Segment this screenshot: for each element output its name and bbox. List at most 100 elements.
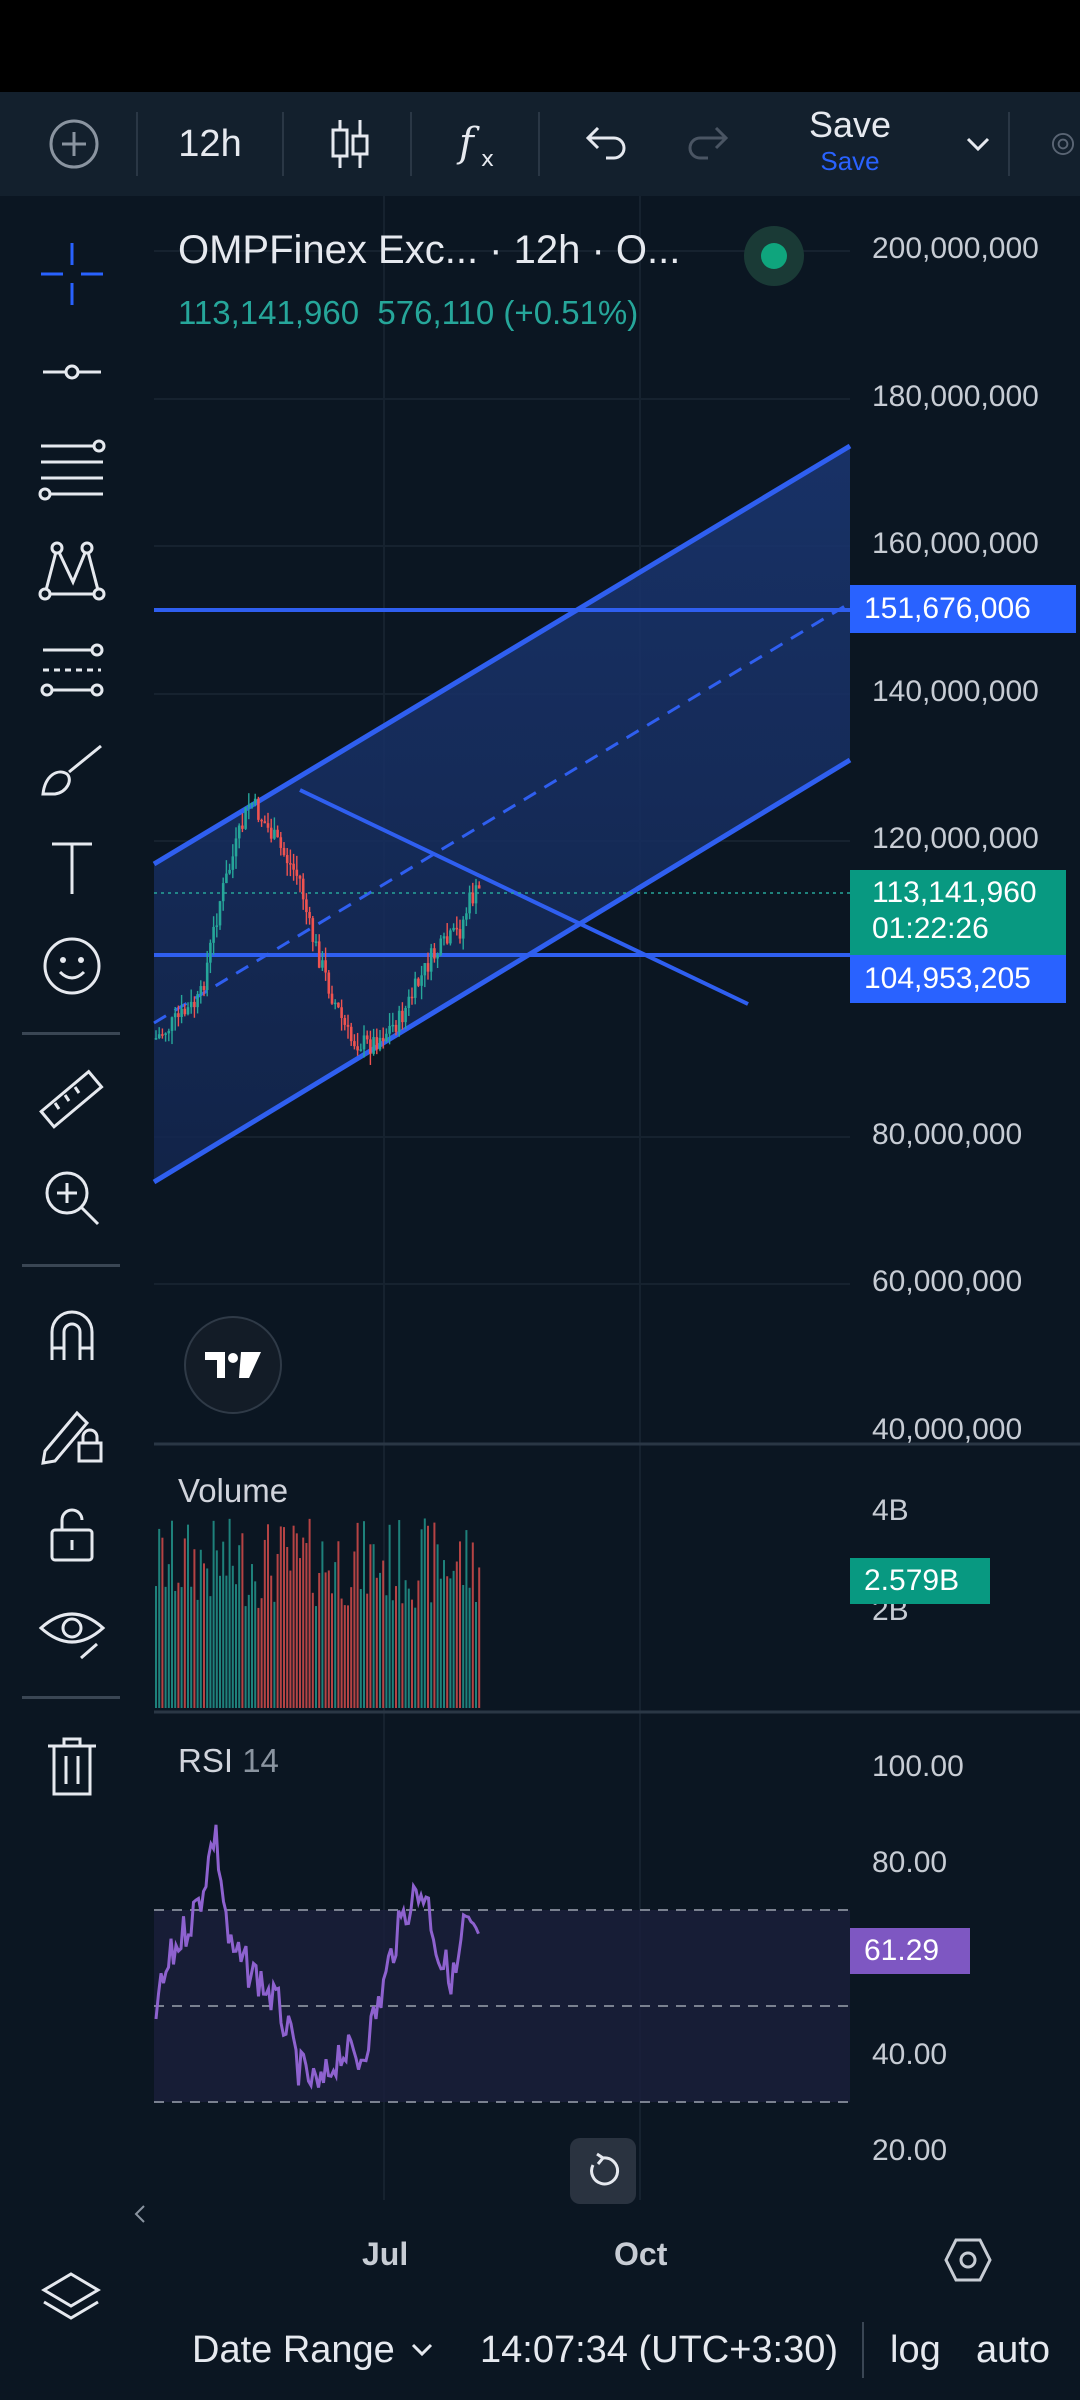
rsi-label: RSI [178, 1742, 234, 1779]
support-price-tag[interactable]: 104,953,205 [850, 955, 1066, 1003]
function-icon: f x [456, 120, 494, 172]
candle-body [349, 1026, 353, 1042]
volume-bar [363, 1521, 365, 1708]
interval-button[interactable]: 12h [160, 92, 260, 196]
chart-settings-button[interactable] [942, 2234, 994, 2286]
candle-body [173, 1013, 177, 1018]
candle-body [455, 927, 459, 930]
volume-bar [420, 1529, 423, 1708]
volume-bar [257, 1607, 260, 1708]
timezone-clock[interactable]: 14:07:34 (UTC+3:30) [480, 2322, 838, 2378]
volume-bar [225, 1575, 228, 1708]
undo-button[interactable] [566, 92, 646, 196]
volume-bar [427, 1525, 429, 1708]
log-scale-toggle[interactable]: log [890, 2322, 941, 2378]
volume-bar [244, 1606, 247, 1708]
candle-body [423, 963, 427, 976]
volume-bar [247, 1594, 250, 1708]
volume-bar [433, 1522, 436, 1708]
layers-button[interactable] [36, 2262, 106, 2332]
redo-button[interactable] [668, 92, 748, 196]
settings-button[interactable] [1036, 92, 1080, 196]
symbol-title[interactable]: OMPFinex Exc... · 12h · O... [178, 228, 680, 273]
candle-body [468, 892, 471, 914]
volume-bar [315, 1606, 317, 1708]
volume-bar [443, 1560, 445, 1708]
candle-body [327, 972, 331, 994]
volume-value-tag[interactable]: 2.579B [850, 1558, 990, 1604]
volume-bar [350, 1587, 353, 1708]
volume-bar [324, 1572, 327, 1708]
volume-bar [203, 1563, 205, 1708]
candle-body [276, 829, 279, 838]
volume-bar [475, 1601, 477, 1708]
candle-body [401, 1010, 404, 1023]
toolbar-divider [410, 112, 412, 176]
candle-body [391, 1024, 395, 1027]
volume-bar [270, 1575, 273, 1708]
bar-countdown: 01:22:26 [872, 912, 989, 945]
last-price-tag[interactable]: 113,141,960 01:22:26 [850, 870, 1066, 960]
volume-bar [235, 1584, 237, 1708]
candle-body [282, 847, 286, 856]
price-axis-tick: 80,000,000 [872, 1118, 1023, 1151]
volume-bar [318, 1572, 321, 1708]
price-axis-tick: 200,000,000 [872, 232, 1039, 265]
volume-bar [401, 1603, 404, 1708]
hexagon-settings-icon [944, 2238, 992, 2282]
candle-body [474, 885, 478, 904]
volume-bar [468, 1587, 471, 1708]
auto-scale-toggle[interactable]: auto [976, 2322, 1050, 2378]
rsi-axis-tick: 80.00 [872, 1846, 948, 1879]
add-symbol-button[interactable] [38, 92, 110, 196]
candle-body [218, 901, 222, 926]
chart-type-button[interactable] [310, 92, 390, 196]
rsi-label-group[interactable]: RSI 14 [178, 1742, 279, 1780]
price-axis-tick: 140,000,000 [872, 675, 1039, 708]
volume-bar [395, 1586, 397, 1708]
volume-bar [411, 1599, 413, 1708]
candle-body [381, 1037, 385, 1042]
volume-bar [177, 1582, 180, 1708]
volume-bar [356, 1522, 359, 1708]
candle-body [314, 941, 318, 943]
date-range-label: Date Range [192, 2328, 395, 2371]
volume-bar [382, 1560, 385, 1708]
reset-icon [590, 2152, 620, 2186]
reset-chart-button[interactable] [570, 2138, 636, 2204]
volume-label[interactable]: Volume [178, 1472, 288, 1510]
rsi-value-tag[interactable]: 61.29 [850, 1928, 970, 1974]
volume-bar [196, 1599, 199, 1708]
save-button[interactable]: Save Save [770, 104, 930, 184]
price-chart[interactable] [0, 196, 1080, 2320]
volume-bar [190, 1586, 193, 1708]
last-price-value: 113,141,960 [178, 294, 360, 331]
candle-body [164, 1033, 167, 1035]
tradingview-logo[interactable] [184, 1316, 282, 1414]
candle-body [417, 978, 420, 986]
candle-body [365, 1035, 369, 1040]
time-axis-tick: Oct [614, 2236, 668, 2272]
candle-body [420, 975, 423, 986]
volume-bar [347, 1605, 349, 1708]
date-range-button[interactable]: Date Range [192, 2322, 437, 2378]
candle-body [221, 883, 225, 902]
candle-body [311, 918, 315, 942]
candle-body [157, 1034, 161, 1039]
market-status-indicator[interactable] [744, 226, 804, 286]
volume-bar [372, 1544, 375, 1708]
resistance-price-tag[interactable]: 151,676,006 [850, 585, 1076, 633]
volume-bar [212, 1520, 215, 1708]
candle-body [269, 827, 273, 839]
candle-body [436, 954, 439, 959]
volume-bar [366, 1593, 369, 1708]
save-dropdown-button[interactable] [948, 92, 1008, 196]
rsi-axis-tick: 20.00 [872, 2134, 948, 2167]
indicators-button[interactable]: f x [440, 92, 520, 196]
candle-body [301, 878, 305, 900]
candle-body [199, 986, 203, 995]
candle-body [167, 1030, 171, 1034]
candle-body [260, 819, 263, 822]
candle-body [244, 807, 247, 829]
volume-bar [471, 1542, 474, 1708]
